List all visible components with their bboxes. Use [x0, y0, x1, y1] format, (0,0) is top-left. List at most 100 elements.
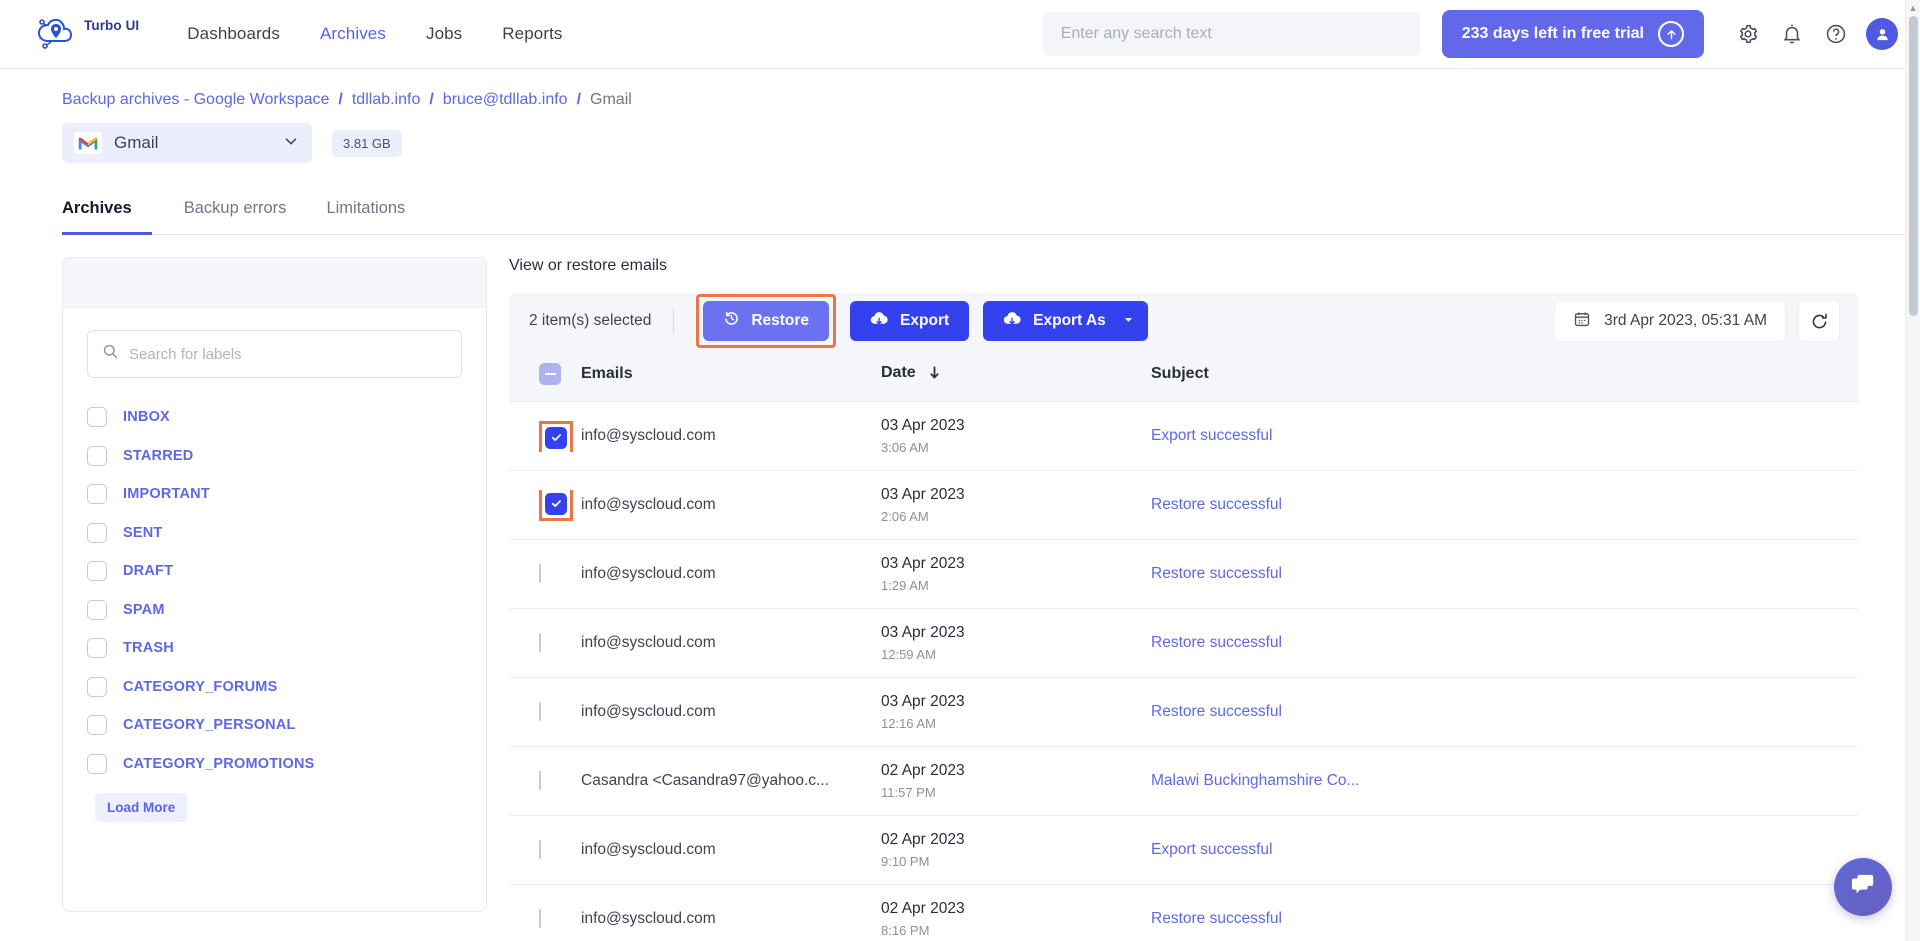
label-item-trash[interactable]: TRASH — [87, 629, 462, 668]
label-name: IMPORTANT — [123, 486, 210, 502]
nav-link-reports[interactable]: Reports — [502, 24, 562, 44]
label-name: INBOX — [123, 409, 170, 425]
restore-button-highlight: Restore — [696, 294, 836, 348]
row-date-cell: 03 Apr 2023 12:16 AM — [881, 678, 1151, 747]
chevron-down-icon — [282, 132, 300, 155]
row-subject[interactable]: Export successful — [1151, 402, 1858, 471]
row-time: 12:59 AM — [881, 647, 1151, 662]
label-checkbox[interactable] — [87, 638, 107, 658]
row-time: 12:16 AM — [881, 716, 1151, 731]
row-checkbox[interactable] — [539, 702, 541, 721]
scroll-up-arrow-icon[interactable]: ▲ — [1906, 0, 1920, 15]
row-checkbox[interactable] — [539, 564, 541, 583]
scrollbar-thumb[interactable] — [1909, 16, 1918, 316]
action-toolbar: 2 item(s) selected Restore — [509, 293, 1858, 349]
label-item-category-forums[interactable]: CATEGORY_FORUMS — [87, 668, 462, 707]
tab-limitations[interactable]: Limitations — [306, 199, 425, 235]
label-item-category-promotions[interactable]: CATEGORY_PROMOTIONS — [87, 745, 462, 784]
row-checkbox[interactable] — [539, 633, 541, 652]
refresh-icon[interactable] — [1798, 300, 1840, 342]
date-filter-value: 3rd Apr 2023, 05:31 AM — [1604, 312, 1767, 330]
row-subject[interactable]: Restore successful — [1151, 540, 1858, 609]
tab-archives[interactable]: Archives — [62, 199, 152, 235]
row-subject[interactable]: Malawi Buckinghamshire Co... — [1151, 747, 1858, 816]
search-icon — [102, 343, 119, 365]
label-search-box[interactable] — [87, 330, 462, 378]
table-row[interactable]: info@syscloud.com 02 Apr 2023 8:16 PM Re… — [509, 885, 1858, 941]
label-item-category-personal[interactable]: CATEGORY_PERSONAL — [87, 706, 462, 745]
free-trial-button[interactable]: 233 days left in free trial — [1442, 10, 1704, 58]
row-subject[interactable]: Restore successful — [1151, 885, 1858, 941]
page-scrollbar[interactable]: ▲ — [1905, 0, 1920, 941]
column-header-date[interactable]: Date — [881, 349, 1151, 402]
breadcrumb-separator: / — [429, 91, 433, 109]
tab-backup-errors[interactable]: Backup errors — [164, 199, 307, 235]
label-name: SENT — [123, 525, 162, 541]
label-checkbox[interactable] — [87, 754, 107, 774]
label-search-input[interactable] — [129, 346, 447, 363]
table-row[interactable]: info@syscloud.com 03 Apr 2023 3:06 AM Ex… — [509, 402, 1858, 471]
help-circle-icon[interactable] — [1814, 12, 1858, 56]
nav-link-jobs[interactable]: Jobs — [426, 24, 462, 44]
load-more-button[interactable]: Load More — [95, 793, 187, 822]
chat-widget-button[interactable] — [1834, 858, 1892, 916]
breadcrumb-item-domain[interactable]: tdllab.info — [352, 91, 421, 109]
row-date: 03 Apr 2023 — [881, 555, 1151, 573]
table-row[interactable]: info@syscloud.com 02 Apr 2023 9:10 PM Ex… — [509, 816, 1858, 885]
label-item-sent[interactable]: SENT — [87, 514, 462, 553]
table-row[interactable]: info@syscloud.com 03 Apr 2023 12:16 AM R… — [509, 678, 1858, 747]
bell-icon[interactable] — [1770, 12, 1814, 56]
label-checkbox[interactable] — [87, 523, 107, 543]
table-row[interactable]: info@syscloud.com 03 Apr 2023 2:06 AM Re… — [509, 471, 1858, 540]
breadcrumb-item-backup-archives[interactable]: Backup archives - Google Workspace — [62, 91, 329, 109]
label-checkbox[interactable] — [87, 715, 107, 735]
export-button[interactable]: Export — [850, 301, 969, 341]
row-checkbox[interactable] — [539, 840, 541, 859]
row-subject[interactable]: Restore successful — [1151, 678, 1858, 747]
table-row[interactable]: Casandra <Casandra97@yahoo.c... 02 Apr 2… — [509, 747, 1858, 816]
emails-table: Emails Date Subject — [509, 349, 1858, 941]
breadcrumb-item-user[interactable]: bruce@tdllab.info — [443, 91, 568, 109]
restore-button[interactable]: Restore — [703, 301, 829, 341]
label-item-spam[interactable]: SPAM — [87, 591, 462, 630]
label-checkbox[interactable] — [87, 677, 107, 697]
label-checkbox[interactable] — [87, 561, 107, 581]
label-list: INBOX STARRED IMPORTANT SENT DRAFT — [87, 398, 462, 783]
row-checkbox[interactable] — [539, 909, 541, 928]
gear-icon[interactable] — [1726, 12, 1770, 56]
label-checkbox[interactable] — [87, 407, 107, 427]
row-date-cell: 03 Apr 2023 3:06 AM — [881, 402, 1151, 471]
label-item-important[interactable]: IMPORTANT — [87, 475, 462, 514]
row-subject[interactable]: Restore successful — [1151, 471, 1858, 540]
row-checkbox[interactable] — [539, 771, 541, 790]
label-name: CATEGORY_PROMOTIONS — [123, 756, 315, 772]
label-item-draft[interactable]: DRAFT — [87, 552, 462, 591]
brand-logo[interactable]: Turbo UI — [34, 15, 139, 53]
label-checkbox[interactable] — [87, 600, 107, 620]
labels-sidebar: INBOX STARRED IMPORTANT SENT DRAFT — [62, 257, 487, 912]
export-as-button[interactable]: Export As — [983, 301, 1148, 341]
label-item-starred[interactable]: STARRED — [87, 437, 462, 476]
column-header-emails[interactable]: Emails — [581, 349, 881, 402]
label-checkbox[interactable] — [87, 484, 107, 504]
row-checkbox[interactable] — [545, 427, 567, 449]
table-row[interactable]: info@syscloud.com 03 Apr 2023 1:29 AM Re… — [509, 540, 1858, 609]
sidebar-header-band — [63, 258, 486, 308]
user-avatar-icon[interactable] — [1866, 18, 1898, 50]
row-subject[interactable]: Export successful — [1151, 816, 1858, 885]
row-subject[interactable]: Restore successful — [1151, 609, 1858, 678]
export-as-button-label: Export As — [1033, 312, 1106, 330]
date-filter[interactable]: 3rd Apr 2023, 05:31 AM — [1554, 300, 1786, 342]
column-header-subject[interactable]: Subject — [1151, 349, 1858, 402]
select-all-checkbox[interactable] — [539, 363, 561, 385]
row-select-cell — [509, 540, 581, 609]
row-checkbox[interactable] — [545, 493, 567, 515]
nav-link-archives[interactable]: Archives — [320, 24, 386, 44]
nav-link-dashboards[interactable]: Dashboards — [187, 24, 280, 44]
global-search-input[interactable] — [1043, 12, 1420, 56]
table-row[interactable]: info@syscloud.com 03 Apr 2023 12:59 AM R… — [509, 609, 1858, 678]
source-dropdown[interactable]: Gmail — [62, 123, 312, 163]
label-checkbox[interactable] — [87, 446, 107, 466]
label-item-inbox[interactable]: INBOX — [87, 398, 462, 437]
table-header-row: Emails Date Subject — [509, 349, 1858, 402]
